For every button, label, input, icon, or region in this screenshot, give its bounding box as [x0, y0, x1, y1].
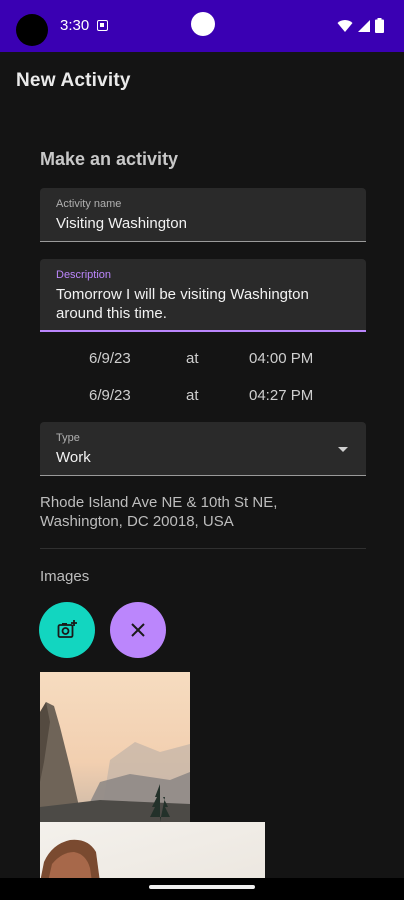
status-indicator-dot — [191, 12, 215, 36]
section-title: Make an activity — [40, 149, 179, 169]
type-label: Type — [56, 432, 80, 444]
activity-name-label: Activity name — [56, 198, 122, 210]
navigation-bar — [0, 878, 404, 900]
close-icon — [131, 623, 145, 637]
description-value-line-1: Tomorrow I will be visiting Washington — [56, 286, 309, 303]
dropdown-arrow-icon — [338, 447, 348, 452]
system-icons — [337, 18, 384, 33]
description-field[interactable]: Description Tomorrow I will be visiting … — [40, 259, 366, 332]
start-at-label: at — [186, 350, 199, 367]
home-gesture-handle[interactable] — [149, 885, 255, 889]
camera-cutout — [16, 14, 48, 46]
address-line-2: Washington, DC 20018, USA — [40, 513, 234, 530]
landscape-photo — [40, 672, 190, 822]
type-dropdown[interactable]: Type Work — [40, 422, 366, 476]
portrait-photo — [40, 822, 265, 878]
image-thumbnail[interactable] — [40, 822, 265, 878]
battery-icon — [375, 18, 384, 33]
images-title: Images — [40, 568, 90, 585]
divider — [40, 548, 366, 549]
type-value: Work — [56, 449, 91, 466]
description-value-line-2: around this time. — [56, 305, 167, 322]
page-title: New Activity — [16, 70, 131, 91]
activity-name-value: Visiting Washington — [56, 215, 187, 232]
end-time[interactable]: 04:27 PM — [249, 387, 313, 404]
status-bar: 3:30 — [0, 0, 404, 52]
end-at-label: at — [186, 387, 199, 404]
image-thumbnail[interactable] — [40, 672, 190, 822]
start-datetime-row: 6/9/23 at 04:00 PM — [0, 350, 404, 370]
address-line-1: Rhode Island Ave NE & 10th St NE, — [40, 494, 278, 511]
add-image-button[interactable] — [39, 602, 95, 658]
end-datetime-row: 6/9/23 at 04:27 PM — [0, 387, 404, 407]
notification-icon — [97, 20, 108, 31]
start-time[interactable]: 04:00 PM — [249, 350, 313, 367]
add-photo-icon — [57, 620, 77, 638]
wifi-icon — [337, 19, 353, 32]
location-address[interactable]: Rhode Island Ave NE & 10th St NE, Washin… — [40, 493, 277, 531]
signal-icon — [358, 19, 370, 32]
app-screen: New Activity Make an activity Activity n… — [0, 52, 404, 878]
clear-images-button[interactable] — [110, 602, 166, 658]
activity-name-field[interactable]: Activity name Visiting Washington — [40, 188, 366, 242]
end-date[interactable]: 6/9/23 — [89, 387, 131, 404]
status-time: 3:30 — [60, 17, 90, 34]
start-date[interactable]: 6/9/23 — [89, 350, 131, 367]
description-label: Description — [56, 269, 112, 281]
